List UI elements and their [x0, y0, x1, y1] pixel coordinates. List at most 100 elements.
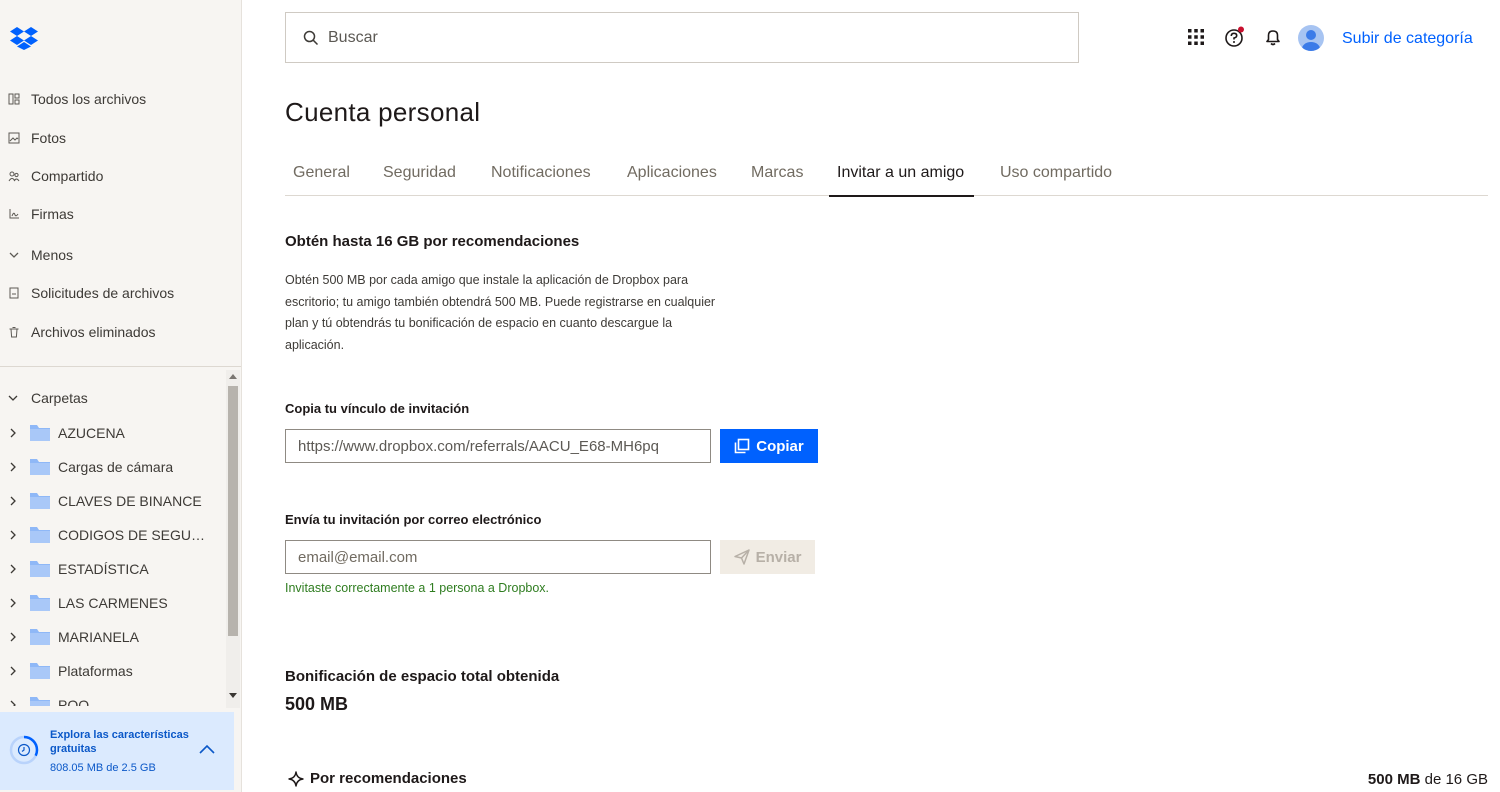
sidebar-item-label: Todos los archivos [31, 91, 147, 107]
chevron-right-icon[interactable] [8, 631, 20, 643]
folder-icon [30, 663, 50, 679]
copy-link-button[interactable]: Copiar [720, 429, 818, 463]
chevron-right-icon[interactable] [8, 529, 20, 541]
folder-item[interactable]: Cargas de cámara [0, 450, 226, 484]
user-avatar[interactable] [1298, 25, 1324, 51]
folders-section-toggle[interactable]: Carpetas [0, 384, 88, 412]
sidebar: Todos los archivos Fotos Compartido Firm… [0, 0, 242, 792]
free-features-promo[interactable]: Explora las características gratuitas 80… [0, 712, 234, 790]
scroll-up-arrow-icon[interactable] [229, 374, 237, 379]
email-input[interactable] [298, 548, 702, 566]
sidebar-item-shared[interactable]: Compartido [0, 162, 103, 190]
folder-icon [30, 561, 50, 577]
sidebar-item-label: Solicitudes de archivos [31, 285, 175, 301]
sidebar-item-label: Fotos [31, 130, 67, 146]
scrollbar-thumb[interactable] [228, 386, 238, 636]
tab-sharing[interactable]: Uso compartido [1000, 164, 1112, 182]
folder-item[interactable]: CODIGOS DE SEGURIDAD [0, 518, 226, 552]
all-files-icon [7, 92, 21, 106]
folder-item[interactable]: LAS CARMENES [0, 586, 226, 620]
folder-name: CODIGOS DE SEGURIDAD [58, 527, 206, 543]
invite-success-message: Invitaste correctamente a 1 persona a Dr… [285, 581, 550, 595]
storage-usage-text: 808.05 MB de 2.5 GB [50, 762, 156, 774]
folder-name: LAS CARMENES [58, 595, 168, 611]
tab-brands[interactable]: Marcas [751, 164, 803, 182]
folder-item[interactable]: POO [0, 688, 226, 706]
page-title: Cuenta personal [285, 97, 481, 127]
help-icon[interactable] [1223, 26, 1245, 48]
sidebar-divider [0, 366, 241, 367]
upgrade-link[interactable]: Subir de categoría [1342, 30, 1473, 48]
folder-name: CLAVES DE BINANCE [58, 493, 202, 509]
folder-item[interactable]: CLAVES DE BINANCE [0, 484, 226, 518]
copy-icon [734, 438, 750, 454]
chevron-down-icon [7, 392, 19, 404]
apps-grid-icon[interactable] [1185, 26, 1207, 48]
folder-icon [30, 527, 50, 543]
email-invite-field[interactable] [285, 540, 711, 574]
copy-button-label: Copiar [756, 437, 804, 455]
sidebar-item-less[interactable]: Menos [0, 241, 73, 269]
sidebar-item-deleted-files[interactable]: Archivos eliminados [0, 318, 156, 346]
scroll-down-arrow-icon[interactable] [229, 693, 237, 698]
sidebar-item-signatures[interactable]: Firmas [0, 200, 74, 228]
by-referrals-limit: de 16 GB [1424, 771, 1488, 788]
settings-tabs: General Seguridad Notificaciones Aplicac… [285, 155, 1488, 196]
sidebar-item-label: Firmas [31, 206, 74, 222]
tab-general[interactable]: General [293, 164, 350, 182]
folder-icon [30, 595, 50, 611]
active-tab-indicator [829, 195, 974, 197]
chevron-up-icon[interactable] [198, 742, 216, 756]
file-requests-icon [7, 286, 21, 300]
bonus-total: 500 MB [285, 694, 349, 714]
folder-icon [30, 629, 50, 645]
tab-notifications[interactable]: Notificaciones [491, 164, 591, 182]
referral-description: Obtén 500 MB por cada amigo que instale … [285, 273, 716, 352]
tab-invite-friend[interactable]: Invitar a un amigo [837, 164, 964, 182]
sidebar-item-file-requests[interactable]: Solicitudes de archivos [0, 279, 174, 307]
sidebar-item-all-files[interactable]: Todos los archivos [0, 85, 146, 113]
search-icon [302, 29, 320, 47]
sidebar-item-photos[interactable]: Fotos [0, 124, 66, 152]
by-referrals-value: 500 MB de 16 GB [1368, 771, 1488, 788]
chevron-right-icon[interactable] [8, 597, 20, 609]
invite-link-input[interactable] [298, 437, 702, 455]
chevron-right-icon[interactable] [8, 427, 20, 439]
by-referrals-label: Por recomendaciones [310, 770, 467, 787]
invite-link-label: Copia tu vínculo de invitación [285, 401, 470, 416]
send-invite-button[interactable]: Enviar [720, 540, 815, 574]
folder-item[interactable]: AZUCENA [0, 416, 226, 450]
send-paper-plane-icon [733, 549, 750, 565]
trash-icon [7, 325, 21, 339]
folder-item[interactable]: Plataformas [0, 654, 226, 688]
chevron-right-icon[interactable] [8, 665, 20, 677]
sidebar-item-label: Compartido [31, 168, 104, 184]
photos-icon [7, 131, 21, 145]
tab-apps[interactable]: Aplicaciones [627, 164, 717, 182]
bonus-heading: Bonificación de espacio total obtenida [285, 668, 560, 685]
folder-name: Cargas de cámara [58, 459, 174, 475]
chevron-down-icon [7, 248, 21, 262]
signatures-icon [7, 207, 21, 221]
sidebar-item-label: Archivos eliminados [31, 324, 156, 340]
chevron-right-icon[interactable] [8, 461, 20, 473]
shared-icon [7, 169, 21, 183]
folder-item[interactable]: MARIANELA [0, 620, 226, 654]
search-input[interactable] [328, 28, 1028, 47]
folder-name: Plataformas [58, 663, 133, 679]
by-referrals-row: Por recomendaciones [288, 770, 467, 787]
folder-name: AZUCENA [58, 425, 125, 441]
chevron-right-icon[interactable] [8, 699, 20, 706]
tab-security[interactable]: Seguridad [383, 164, 456, 182]
search-bar[interactable] [285, 12, 1079, 63]
invite-link-field[interactable] [285, 429, 711, 463]
folder-item[interactable]: ESTADÍSTICA [0, 552, 226, 586]
notifications-bell-icon[interactable] [1262, 26, 1284, 48]
folder-name: ESTADÍSTICA [58, 561, 149, 577]
chevron-right-icon[interactable] [8, 495, 20, 507]
folder-icon [30, 697, 50, 706]
dropbox-logo-icon[interactable] [10, 26, 38, 50]
chevron-right-icon[interactable] [8, 563, 20, 575]
sidebar-item-label: Menos [31, 247, 74, 263]
email-invite-label: Envía tu invitación por correo electróni… [285, 512, 542, 527]
